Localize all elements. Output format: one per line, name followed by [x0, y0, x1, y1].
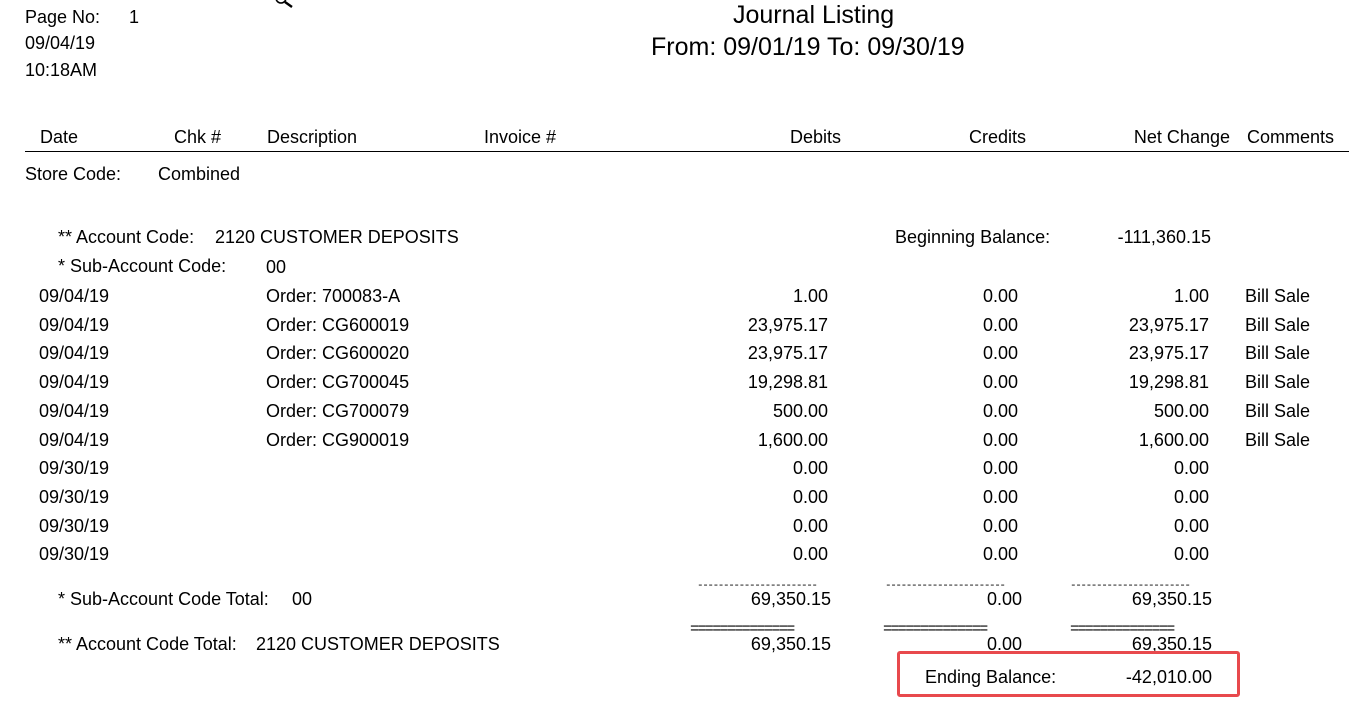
- beginning-balance-label: Beginning Balance:: [895, 227, 1051, 247]
- row-date: 09/04/19: [39, 401, 110, 421]
- row-credits: 0.00: [982, 487, 1018, 507]
- row-net-change: 23,975.17: [1128, 315, 1209, 335]
- row-date: 09/04/19: [39, 372, 110, 392]
- row-credits: 0.00: [982, 343, 1018, 363]
- report-date-range: From: 09/01/19 To: 09/30/19: [651, 33, 965, 61]
- account-code-value: 2120 CUSTOMER DEPOSITS: [215, 227, 459, 247]
- ending-balance-value: -42,010.00: [1125, 667, 1212, 687]
- col-check: Chk #: [174, 127, 222, 147]
- beginning-balance-value: -111,360.15: [1117, 227, 1211, 247]
- header-divider: [25, 151, 1349, 152]
- row-date: 09/30/19: [39, 516, 110, 536]
- row-comment: Bill Sale: [1245, 286, 1311, 306]
- row-net-change: 0.00: [1173, 544, 1209, 564]
- account-code-total-name: 2120 CUSTOMER DEPOSITS: [256, 634, 500, 654]
- store-code-value: Combined: [158, 164, 241, 184]
- row-description: Order: CG700045: [266, 372, 410, 392]
- row-debits: 23,975.17: [747, 343, 828, 363]
- col-net-change: Net Change: [1133, 127, 1230, 147]
- row-credits: 0.00: [982, 458, 1018, 478]
- row-debits: 1,600.00: [757, 430, 828, 450]
- store-code-label: Store Code:: [25, 164, 122, 184]
- account-code-total-label: ** Account Code Total:: [58, 634, 237, 654]
- row-debits: 23,975.17: [747, 315, 828, 335]
- col-credits: Credits: [968, 127, 1026, 147]
- sub-account-total-label: * Sub-Account Code Total:: [58, 589, 269, 609]
- row-net-change: 23,975.17: [1128, 343, 1209, 363]
- row-date: 09/30/19: [39, 458, 110, 478]
- row-debits: 0.00: [792, 487, 828, 507]
- account-code-total-debits: 69,350.15: [750, 634, 831, 654]
- row-date: 09/04/19: [39, 286, 110, 306]
- magnifier-cursor-icon: [275, 0, 293, 8]
- report-date: 09/04/19: [25, 33, 96, 53]
- row-debits: 500.00: [772, 401, 828, 421]
- report-title: Journal Listing: [733, 1, 895, 29]
- account-code-label: ** Account Code:: [58, 227, 195, 247]
- row-debits: 0.00: [792, 458, 828, 478]
- sub-account-total-net: 69,350.15: [1131, 589, 1212, 609]
- row-debits: 19,298.81: [747, 372, 828, 392]
- row-date: 09/30/19: [39, 544, 110, 564]
- row-credits: 0.00: [982, 315, 1018, 335]
- row-net-change: 1,600.00: [1138, 430, 1209, 450]
- row-description: Order: CG900019: [266, 430, 410, 450]
- row-net-change: 500.00: [1153, 401, 1209, 421]
- row-net-change: 0.00: [1173, 487, 1209, 507]
- row-net-change: 1.00: [1173, 286, 1209, 306]
- row-net-change: 0.00: [1173, 516, 1209, 536]
- row-date: 09/04/19: [39, 430, 110, 450]
- sub-account-code-label: * Sub-Account Code:: [58, 256, 227, 276]
- page-number-label: Page No:: [25, 7, 101, 27]
- row-description: Order: CG700079: [266, 401, 410, 421]
- col-date: Date: [40, 127, 79, 147]
- row-net-change: 19,298.81: [1128, 372, 1209, 392]
- row-credits: 0.00: [982, 516, 1018, 536]
- row-credits: 0.00: [982, 544, 1018, 564]
- row-credits: 0.00: [982, 372, 1018, 392]
- row-comment: Bill Sale: [1245, 343, 1311, 363]
- row-comment: Bill Sale: [1245, 372, 1311, 392]
- report-time: 10:18AM: [25, 60, 98, 80]
- row-credits: 0.00: [982, 401, 1018, 421]
- col-invoice: Invoice #: [484, 127, 557, 147]
- row-credits: 0.00: [982, 430, 1018, 450]
- row-description: Order: CG600019: [266, 315, 410, 335]
- sub-account-code-value: 00: [266, 257, 287, 277]
- col-comments: Comments: [1247, 127, 1335, 147]
- row-description: Order: 700083-A: [266, 286, 401, 306]
- row-debits: 0.00: [792, 544, 828, 564]
- row-comment: Bill Sale: [1245, 401, 1311, 421]
- row-credits: 0.00: [982, 286, 1018, 306]
- row-date: 09/30/19: [39, 487, 110, 507]
- col-description: Description: [267, 127, 358, 147]
- row-debits: 1.00: [792, 286, 828, 306]
- row-date: 09/04/19: [39, 315, 110, 335]
- row-comment: Bill Sale: [1245, 430, 1311, 450]
- row-date: 09/04/19: [39, 343, 110, 363]
- row-comment: Bill Sale: [1245, 315, 1311, 335]
- row-debits: 0.00: [792, 516, 828, 536]
- row-net-change: 0.00: [1173, 458, 1209, 478]
- ending-balance-label: Ending Balance:: [925, 667, 1057, 687]
- sub-account-total-credits: 0.00: [986, 589, 1022, 609]
- col-debits: Debits: [789, 127, 841, 147]
- row-description: Order: CG600020: [266, 343, 410, 363]
- sub-account-total-code: 00: [292, 589, 313, 609]
- page-number: 1: [129, 7, 140, 27]
- sub-account-total-debits: 69,350.15: [750, 589, 831, 609]
